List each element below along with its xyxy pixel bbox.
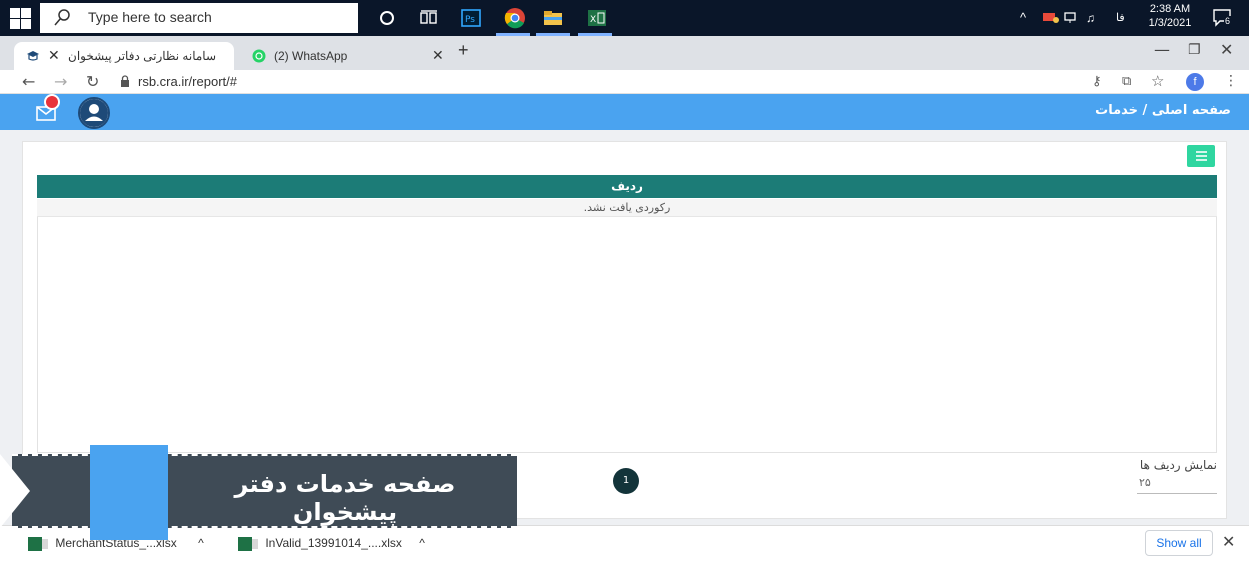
svg-text:X: X bbox=[590, 15, 596, 25]
file-explorer-icon[interactable] bbox=[540, 6, 566, 30]
table-empty-message: رکوردی یافت نشد. bbox=[37, 199, 1217, 217]
user-avatar-icon[interactable] bbox=[78, 97, 110, 129]
tab-title: سامانه نظارتی دفاتر پیشخوان bbox=[68, 49, 217, 63]
browser-tab-strip: ✕ سامانه نظارتی دفاتر پیشخوان (2) WhatsA… bbox=[0, 36, 1249, 70]
action-center-icon[interactable]: 6 bbox=[1212, 8, 1236, 28]
whatsapp-icon bbox=[252, 49, 266, 63]
new-tab-button[interactable]: + bbox=[458, 40, 482, 68]
url-field[interactable]: rsb.cra.ir/report/# bbox=[138, 74, 237, 89]
bookmark-star-icon[interactable]: ☆ bbox=[1151, 72, 1164, 90]
task-view-icon[interactable] bbox=[416, 6, 442, 30]
rows-per-page-select[interactable]: ۲۵ bbox=[1137, 476, 1217, 494]
list-view-button[interactable] bbox=[1187, 145, 1215, 167]
clock-time: 2:38 AM bbox=[1149, 3, 1191, 15]
excel-file-icon bbox=[238, 536, 258, 551]
cortana-icon[interactable] bbox=[374, 6, 400, 30]
restore-icon[interactable]: ❐ bbox=[1188, 42, 1201, 58]
taskbar-search-placeholder: Type here to search bbox=[88, 9, 212, 25]
address-bar: ← → ↻ rsb.cra.ir/report/# ⚷ ⧉ ☆ f ⋮ bbox=[0, 70, 1249, 94]
download-options-icon[interactable]: ^ bbox=[198, 536, 204, 550]
excel-file-icon bbox=[28, 536, 48, 551]
table-body bbox=[37, 217, 1217, 453]
screen: Type here to search Ps X ^ ♫ فا 2:38 AM … bbox=[0, 0, 1249, 563]
download-options-icon[interactable]: ^ bbox=[419, 536, 425, 550]
rows-per-page-label: نمایش ردیف ها bbox=[1139, 458, 1217, 472]
clock-date: 1/3/2021 bbox=[1148, 17, 1192, 29]
graduation-cap-icon bbox=[27, 51, 39, 61]
translate-icon[interactable]: ⧉ bbox=[1122, 74, 1131, 89]
notification-count: 6 bbox=[1224, 16, 1232, 26]
svg-text:Ps: Ps bbox=[465, 15, 475, 25]
table-header-row: ردیف bbox=[37, 175, 1217, 198]
excel-icon[interactable]: X bbox=[584, 6, 610, 30]
download-item[interactable]: InValid_13991014_....xlsx ^ bbox=[238, 536, 425, 551]
photoshop-icon[interactable]: Ps bbox=[458, 6, 484, 30]
lock-icon bbox=[121, 75, 129, 87]
forward-icon[interactable]: → bbox=[54, 72, 67, 91]
close-tab-icon[interactable]: ✕ bbox=[432, 47, 444, 64]
chrome-icon[interactable] bbox=[502, 6, 528, 30]
pagination-page-button[interactable]: 1 bbox=[613, 468, 639, 494]
close-window-icon[interactable]: ✕ bbox=[1220, 40, 1233, 59]
banner-title: صفحه خدمات دفتر پیشخوان bbox=[234, 470, 456, 526]
profile-avatar[interactable]: f bbox=[1186, 73, 1204, 91]
download-filename: InValid_13991014_....xlsx bbox=[265, 536, 402, 550]
app-header: صفحه اصلی / خدمات bbox=[0, 94, 1249, 130]
tab-whatsapp[interactable]: (2) WhatsApp ✕ bbox=[240, 42, 458, 70]
tab-samane[interactable]: ✕ سامانه نظارتی دفاتر پیشخوان bbox=[14, 42, 234, 70]
taskbar-search-input[interactable]: Type here to search bbox=[40, 3, 358, 33]
notification-badge bbox=[44, 94, 60, 110]
breadcrumb[interactable]: صفحه اصلی / خدمات bbox=[1095, 103, 1231, 118]
windows-taskbar: Type here to search Ps X ^ ♫ فا 2:38 AM … bbox=[0, 0, 1249, 36]
close-tab-icon[interactable]: ✕ bbox=[48, 47, 60, 64]
key-icon[interactable]: ⚷ bbox=[1092, 74, 1102, 89]
search-icon bbox=[54, 9, 70, 26]
back-icon[interactable]: ← bbox=[22, 72, 35, 91]
clock[interactable]: 2:38 AM 1/3/2021 bbox=[1144, 2, 1196, 38]
windows-start-icon[interactable] bbox=[8, 6, 32, 30]
menu-kebab-icon[interactable]: ⋮ bbox=[1224, 73, 1238, 89]
banner-arrow-notch bbox=[0, 454, 30, 528]
close-downloads-icon[interactable]: ✕ bbox=[1222, 532, 1235, 551]
reload-icon[interactable]: ↻ bbox=[86, 72, 99, 91]
show-all-downloads-button[interactable]: Show all bbox=[1145, 530, 1213, 556]
tab-title: (2) WhatsApp bbox=[274, 49, 348, 63]
banner-accent-block bbox=[90, 445, 168, 540]
minimize-icon[interactable]: — bbox=[1154, 40, 1170, 59]
